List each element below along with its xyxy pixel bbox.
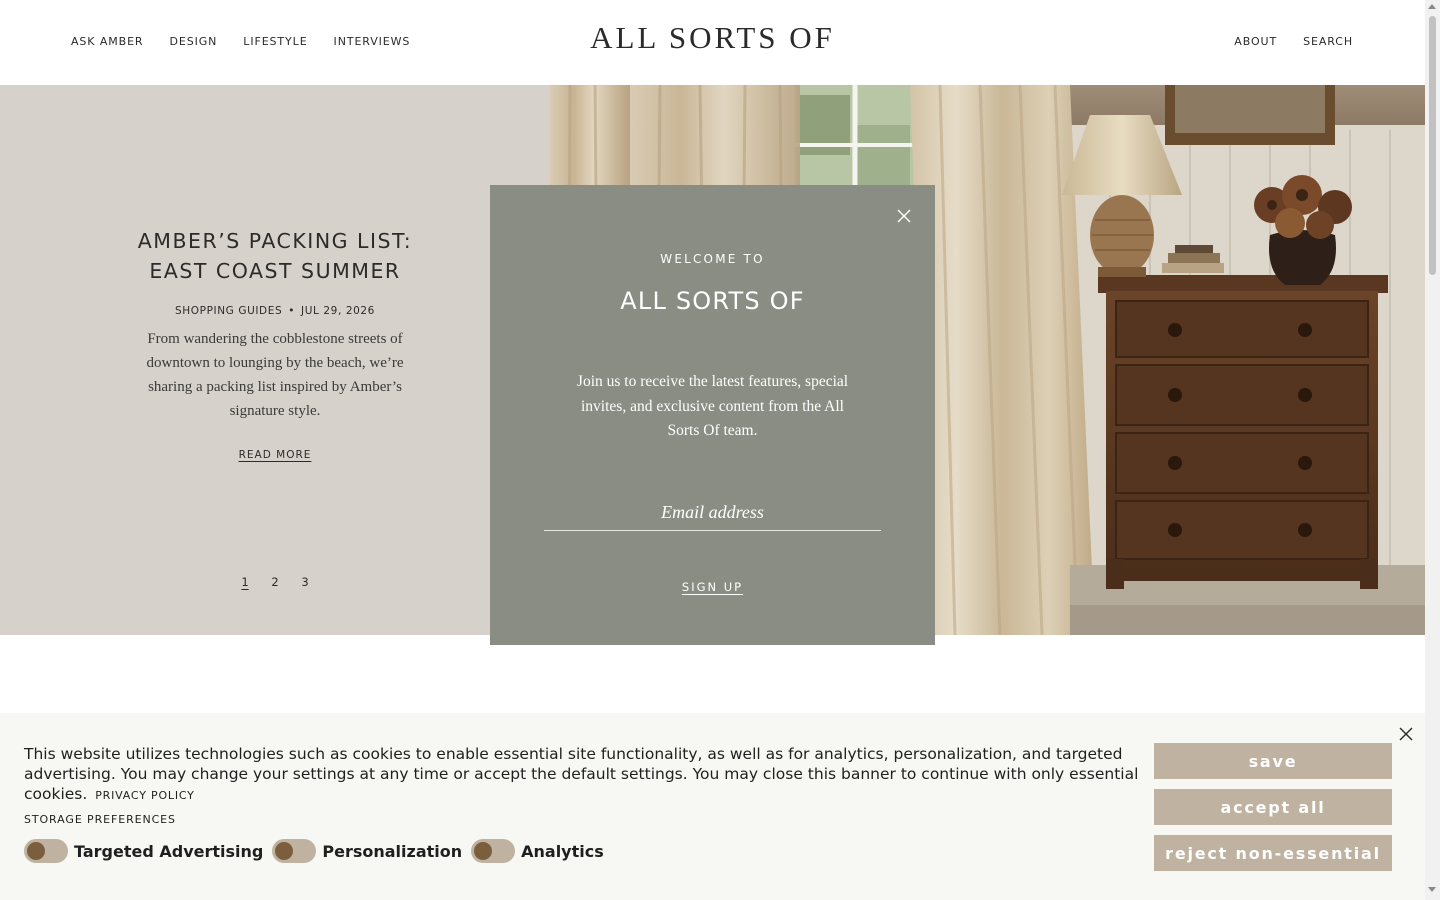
- pager-page-2[interactable]: 2: [270, 575, 280, 589]
- site-logo-wrap: ALL SORTS OF: [0, 20, 1425, 56]
- read-more-wrap: READ MORE: [0, 449, 550, 461]
- accept-all-button[interactable]: accept all: [1154, 789, 1392, 825]
- toggle-analytics[interactable]: Analytics: [471, 839, 604, 863]
- secondary-nav: ABOUT SEARCH: [1234, 35, 1353, 48]
- toggle-switch[interactable]: [471, 839, 516, 863]
- pager-page-1[interactable]: 1: [240, 575, 250, 589]
- close-icon[interactable]: [897, 209, 911, 223]
- hero-title-line-1[interactable]: AMBER’S PACKING LIST:: [0, 226, 550, 256]
- hero-excerpt: From wandering the cobblestone streets o…: [146, 331, 404, 419]
- page-scrollbar[interactable]: [1425, 0, 1440, 900]
- toggle-switch[interactable]: [24, 839, 68, 863]
- modal-body: Join us to receive the latest features, …: [576, 373, 849, 439]
- storage-preferences-heading: STORAGE PREFERENCES: [24, 813, 176, 826]
- scroll-down-arrow-icon[interactable]: [1428, 887, 1436, 892]
- nav-search[interactable]: SEARCH: [1303, 35, 1353, 48]
- nav-about[interactable]: ABOUT: [1234, 35, 1277, 48]
- site-logo[interactable]: ALL SORTS OF: [590, 20, 835, 55]
- toggle-targeted-advertising[interactable]: Targeted Advertising: [24, 839, 263, 863]
- signup-button-wrap: SIGN UP: [490, 580, 935, 594]
- privacy-policy-link[interactable]: PRIVACY POLICY: [95, 789, 194, 802]
- reject-non-essential-button[interactable]: reject non-essential: [1154, 835, 1392, 871]
- site-header: ASK AMBER DESIGN LIFESTYLE INTERVIEWS AL…: [0, 0, 1425, 85]
- scroll-up-arrow-icon[interactable]: [1428, 4, 1436, 9]
- pager-page-3[interactable]: 3: [300, 575, 310, 589]
- toggle-switch[interactable]: [272, 839, 317, 863]
- toggle-knob: [275, 842, 294, 860]
- cookie-message: This website utilizes technologies such …: [24, 744, 1144, 806]
- toggle-knob: [27, 842, 45, 860]
- hero-meta: SHOPPING GUIDES • JUL 29, 2026: [0, 305, 550, 317]
- save-button[interactable]: save: [1154, 743, 1392, 779]
- read-more-link[interactable]: READ MORE: [239, 449, 312, 461]
- toggle-knob: [474, 842, 493, 860]
- signup-button[interactable]: SIGN UP: [682, 580, 743, 594]
- storage-toggles: Targeted Advertising Personalization Ana…: [24, 839, 613, 863]
- meta-separator: •: [288, 305, 296, 317]
- modal-eyebrow: WELCOME TO: [660, 252, 765, 266]
- modal-title: ALL SORTS OF: [620, 287, 805, 315]
- hero-category[interactable]: SHOPPING GUIDES: [175, 305, 282, 317]
- scroll-thumb[interactable]: [1429, 16, 1436, 275]
- toggle-label: Personalization: [322, 841, 463, 861]
- toggle-label: Targeted Advertising: [74, 841, 264, 861]
- hero-date: JUL 29, 2026: [301, 305, 375, 317]
- close-icon[interactable]: [1399, 727, 1413, 741]
- toggle-label: Analytics: [521, 841, 604, 861]
- email-field[interactable]: [544, 495, 881, 531]
- newsletter-modal: WELCOME TO ALL SORTS OF Join us to recei…: [490, 185, 935, 645]
- hero-text-panel: AMBER’S PACKING LIST: EAST COAST SUMMER …: [0, 85, 550, 635]
- cookie-banner: This website utilizes technologies such …: [0, 713, 1425, 900]
- hero-title-line-2[interactable]: EAST COAST SUMMER: [0, 256, 550, 286]
- carousel-pager: 1 2 3: [0, 575, 550, 589]
- hero-title: AMBER’S PACKING LIST: EAST COAST SUMMER: [0, 226, 550, 286]
- toggle-personalization[interactable]: Personalization: [272, 839, 462, 863]
